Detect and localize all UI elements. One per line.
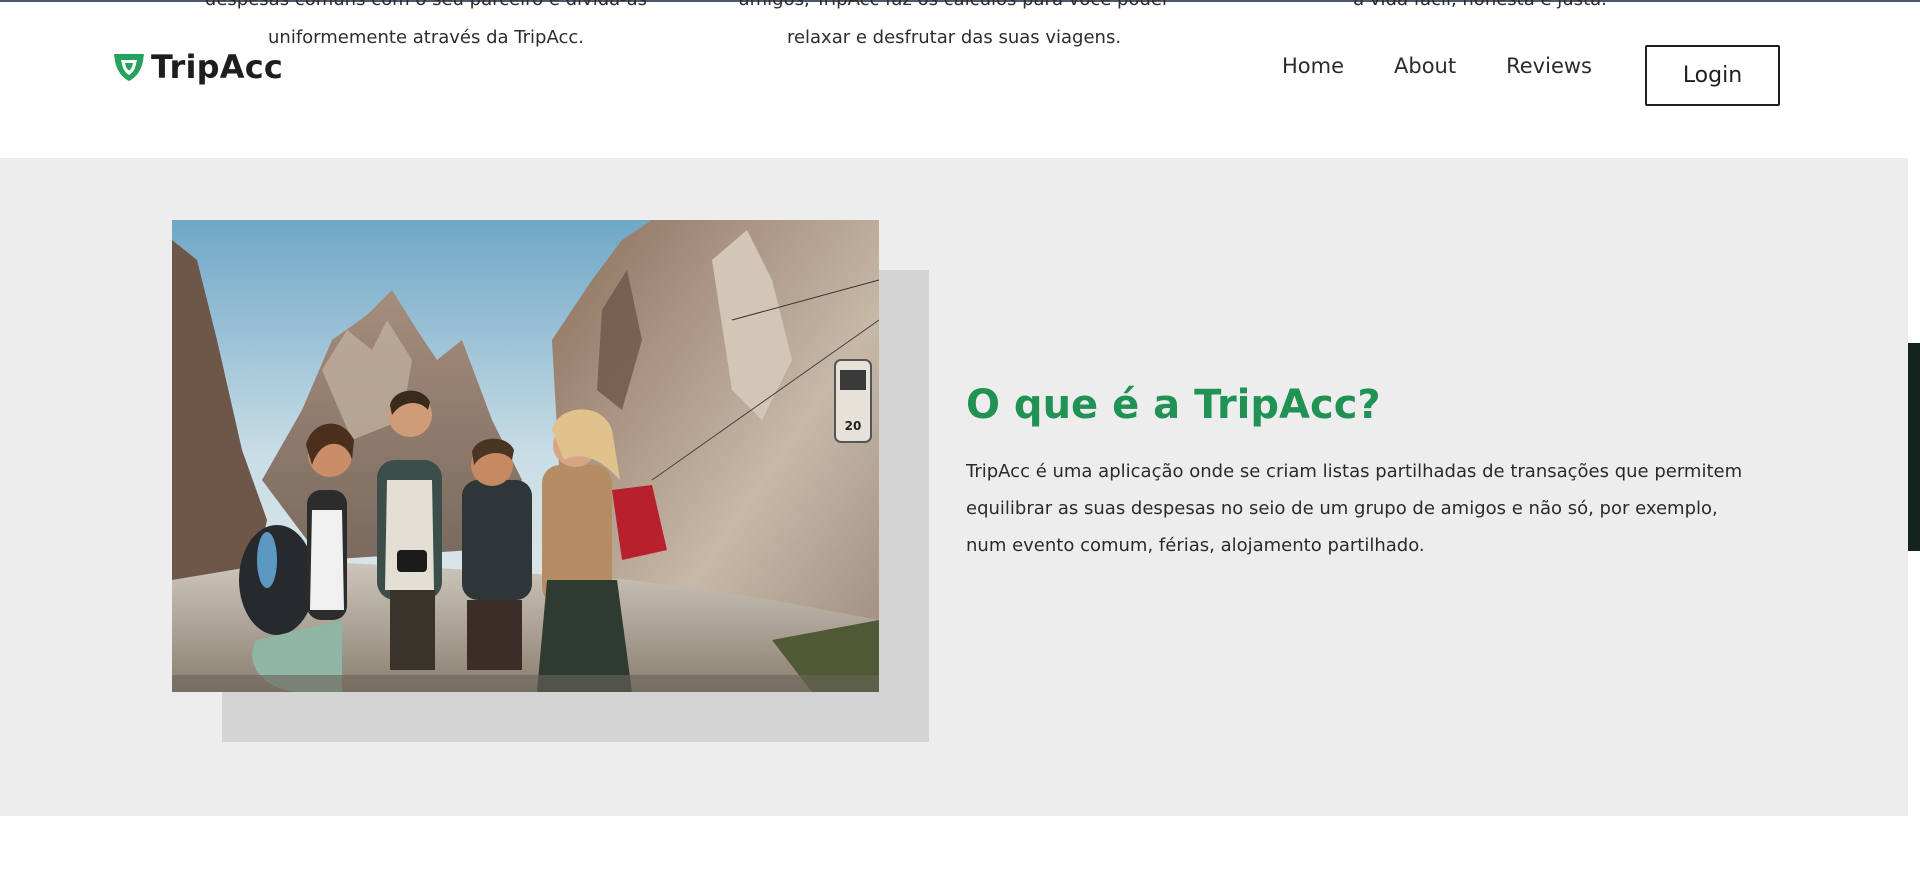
about-description: TripAcc é uma aplicação onde se criam li… xyxy=(966,461,1743,556)
nav-about-link[interactable]: About xyxy=(1394,54,1456,78)
brand-name: TripAcc xyxy=(151,48,284,86)
page: despesas comuns com o seu parceiro e div… xyxy=(0,0,1920,881)
main-nav: Home About Reviews xyxy=(1282,54,1592,78)
scrollbar-thumb[interactable] xyxy=(1908,343,1920,551)
about-title: O que é a TripAcc? xyxy=(966,382,1381,428)
login-button[interactable]: Login xyxy=(1645,45,1780,106)
shield-icon xyxy=(114,54,144,81)
nav-home-link[interactable]: Home xyxy=(1282,54,1344,78)
brand-logo[interactable]: TripAcc xyxy=(113,48,283,86)
site-header: TripAcc Home About Reviews Login xyxy=(0,0,1920,158)
about-section: 20 O que é a TripAcc? TripAcc é uma apli… xyxy=(0,158,1908,816)
nav-reviews-link[interactable]: Reviews xyxy=(1506,54,1592,78)
friends-mountain-photo: 20 xyxy=(172,220,879,692)
gondola-number: 20 xyxy=(845,419,862,433)
